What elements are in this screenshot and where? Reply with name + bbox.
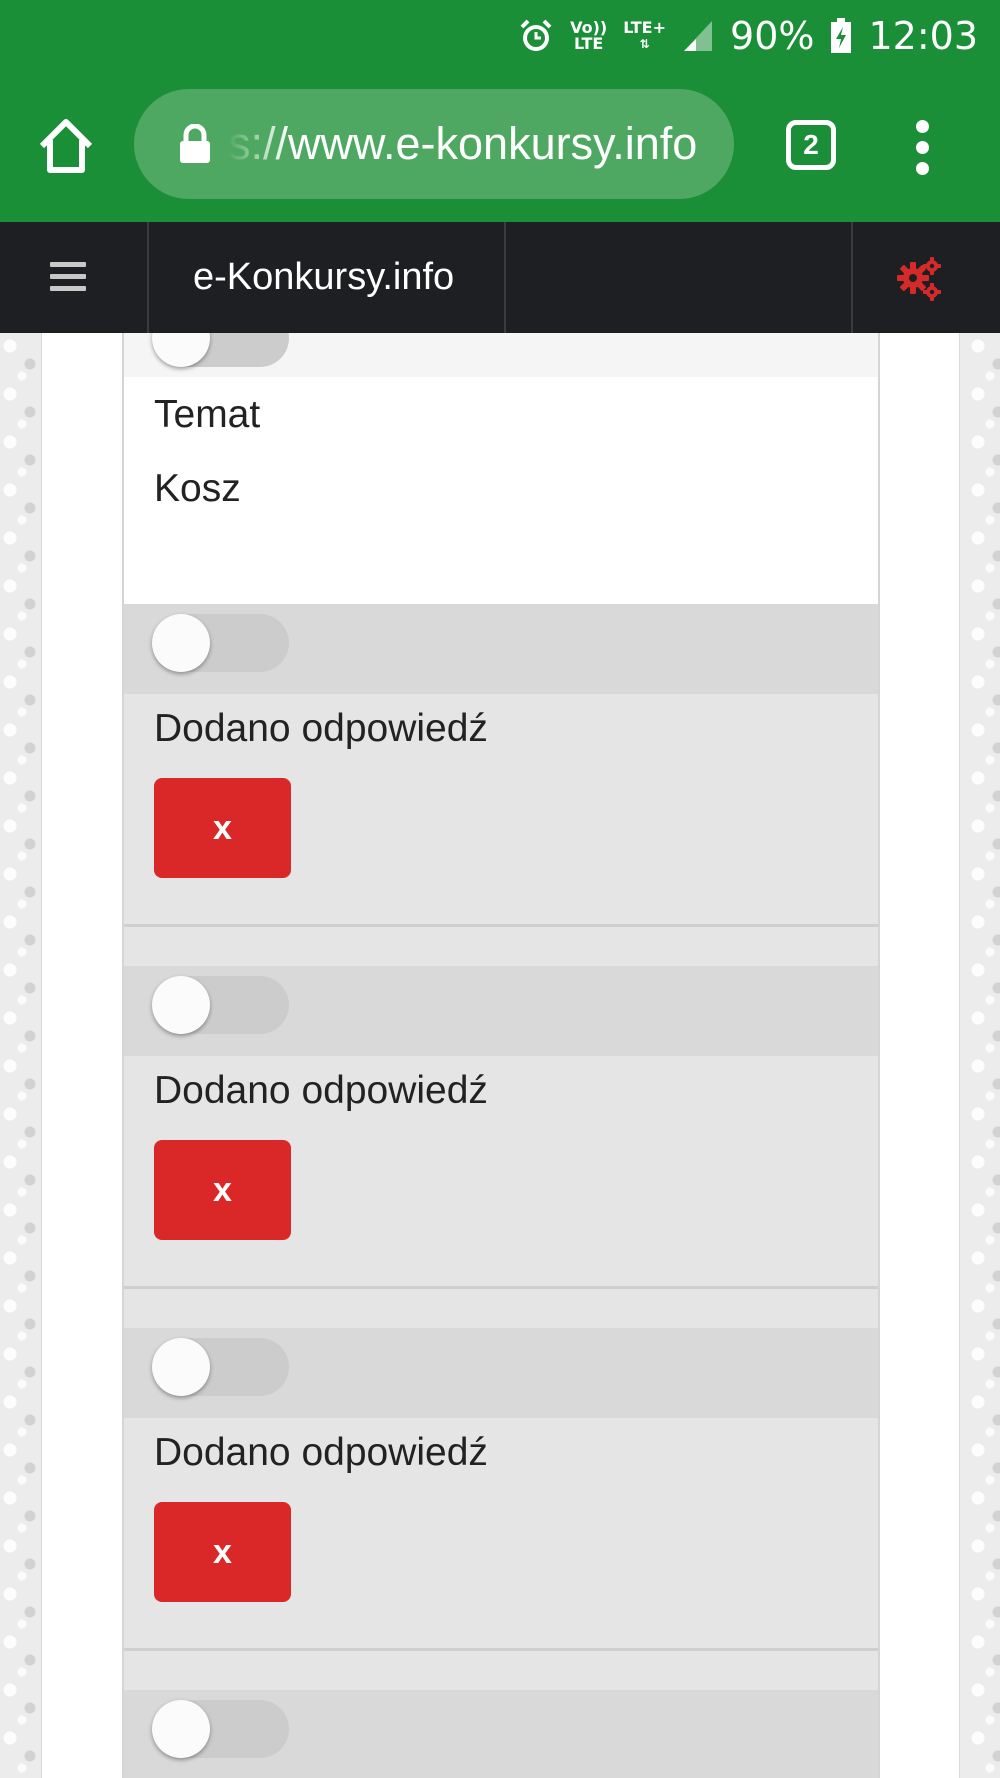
volte-indicator: Vo)) LTE bbox=[570, 18, 608, 53]
card-header bbox=[124, 1690, 878, 1778]
browser-menu-button[interactable] bbox=[904, 120, 940, 175]
toggle-knob bbox=[152, 1338, 210, 1396]
toggle-knob bbox=[152, 1700, 210, 1758]
battery-percent: 90% bbox=[730, 14, 815, 58]
toggle-knob bbox=[152, 976, 210, 1034]
toggle-switch[interactable] bbox=[152, 1700, 289, 1758]
card-divider bbox=[124, 1286, 878, 1289]
site-navbar: e-Konkursy.info bbox=[0, 222, 1000, 333]
toggle-knob bbox=[152, 333, 210, 367]
dropdown-menu: Temat Kosz bbox=[124, 377, 878, 607]
lte-signal-indicator: LTE+ ⇅ bbox=[623, 20, 666, 52]
menu-item-kosz[interactable]: Kosz bbox=[154, 467, 241, 511]
notification-text: Dodano odpowiedź bbox=[154, 707, 488, 750]
toggle-switch[interactable] bbox=[152, 614, 289, 672]
cogs-icon bbox=[897, 257, 941, 301]
toggle-switch[interactable] bbox=[152, 1338, 289, 1396]
nav-divider bbox=[504, 222, 506, 333]
hamburger-menu-button[interactable] bbox=[50, 262, 86, 292]
tab-switcher-button[interactable]: 2 bbox=[786, 120, 836, 170]
url-text: s://www.e-konkursy.info bbox=[228, 118, 698, 169]
clock: 12:03 bbox=[868, 14, 978, 58]
card-divider bbox=[124, 924, 878, 927]
alarm-icon bbox=[518, 18, 554, 54]
nav-divider bbox=[147, 222, 149, 333]
home-icon bbox=[39, 119, 93, 173]
address-bar[interactable]: s://www.e-konkursy.info bbox=[134, 89, 734, 199]
notification-text: Dodano odpowiedź bbox=[154, 1069, 488, 1112]
site-brand-link[interactable]: e-Konkursy.info bbox=[193, 256, 454, 299]
signal-strength-icon bbox=[682, 19, 714, 53]
lock-icon bbox=[180, 124, 210, 163]
status-bar: Vo)) LTE LTE+ ⇅ 90% 12:03 bbox=[0, 0, 1000, 72]
delete-button[interactable]: x bbox=[154, 778, 291, 878]
card-divider bbox=[124, 1648, 878, 1651]
toggle-switch[interactable] bbox=[152, 333, 289, 367]
browser-toolbar: s://www.e-konkursy.info 2 bbox=[0, 72, 1000, 222]
menu-icon bbox=[50, 262, 86, 267]
nav-divider bbox=[851, 222, 853, 333]
menu-item-temat[interactable]: Temat bbox=[154, 393, 260, 437]
card-header bbox=[124, 333, 878, 377]
data-arrows-icon: ⇅ bbox=[639, 37, 650, 51]
lte-label: LTE+ bbox=[623, 18, 667, 37]
toggle-knob bbox=[152, 614, 210, 672]
settings-button[interactable] bbox=[896, 256, 942, 306]
more-vert-icon bbox=[915, 120, 929, 133]
delete-button[interactable]: x bbox=[154, 1502, 291, 1602]
toggle-switch[interactable] bbox=[152, 976, 289, 1034]
delete-button[interactable]: x bbox=[154, 1140, 291, 1240]
home-button[interactable] bbox=[36, 116, 96, 176]
card-header bbox=[124, 966, 878, 1056]
content-frame: Temat Kosz Dodano odpowiedź x Dodano odp… bbox=[41, 333, 960, 1778]
card-header bbox=[124, 1328, 878, 1418]
card-header bbox=[124, 604, 878, 694]
notification-text: Dodano odpowiedź bbox=[154, 1431, 488, 1474]
notification-list: Temat Kosz Dodano odpowiedź x Dodano odp… bbox=[122, 333, 880, 1778]
battery-charging-icon bbox=[830, 18, 852, 54]
